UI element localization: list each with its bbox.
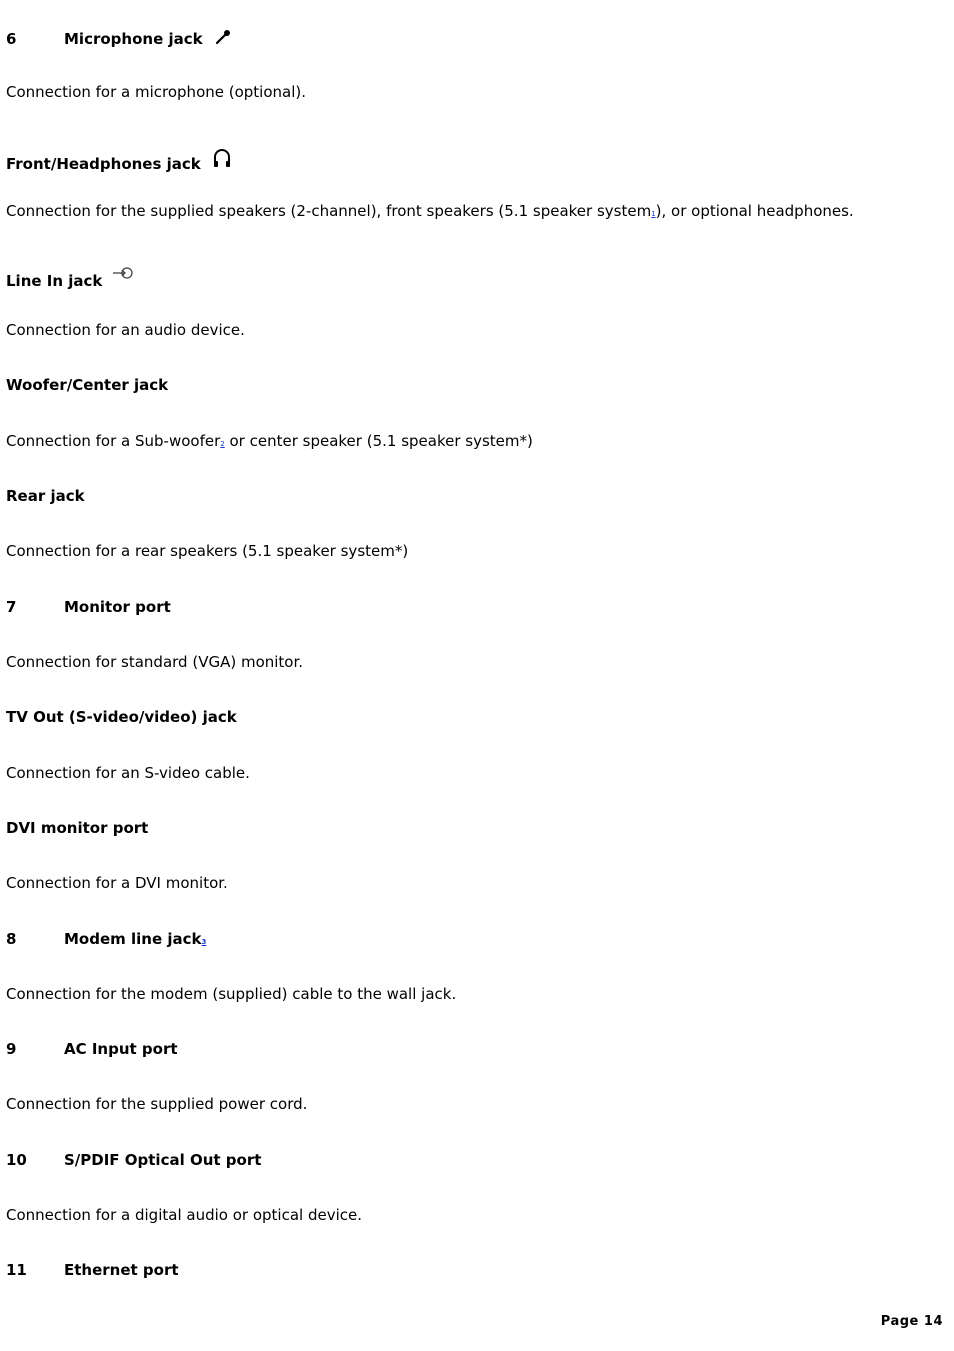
heading-spdif-port: 10 S/PDIF Optical Out port [6, 1151, 261, 1169]
desc-text: Connection for a Sub-woofer [6, 432, 221, 450]
desc-monitor-port: Connection for standard (VGA) monitor. [6, 653, 304, 671]
item-number: 8 [6, 930, 17, 948]
heading-ethernet-port: 11 Ethernet port [6, 1261, 179, 1279]
heading-monitor-port: 7 Monitor port [6, 598, 171, 616]
heading-rear-jack: Rear jack [6, 487, 85, 505]
item-title: Monitor port [64, 598, 171, 616]
item-number: 7 [6, 598, 17, 616]
item-title: S/PDIF Optical Out port [64, 1151, 262, 1169]
desc-headphones-jack: Connection for the supplied speakers (2-… [6, 202, 854, 223]
item-title: Microphone jack [64, 30, 203, 48]
item-title: Line In jack [6, 272, 103, 290]
desc-line-in-jack: Connection for an audio device. [6, 321, 245, 339]
item-title: Modem line jack [64, 930, 202, 948]
desc-dvi-port: Connection for a DVI monitor. [6, 874, 228, 892]
item-number: 11 [6, 1261, 27, 1279]
desc-text: Connection for the supplied speakers (2-… [6, 202, 652, 220]
desc-tv-out-jack: Connection for an S-video cable. [6, 764, 250, 782]
line-in-icon [112, 266, 136, 286]
item-title: Ethernet port [64, 1261, 179, 1279]
item-title: Front/Headphones jack [6, 155, 201, 173]
heading-modem-line-jack: 8 Modem line jack3 [6, 930, 206, 951]
microphone-icon [214, 28, 232, 50]
heading-headphones-jack: Front/Headphones jack [6, 147, 232, 173]
heading-line-in-jack: Line In jack [6, 266, 136, 290]
headphones-icon [212, 147, 232, 173]
desc-text: ), or optional headphones. [655, 202, 854, 220]
item-number: 9 [6, 1040, 17, 1058]
desc-spdif-port: Connection for a digital audio or optica… [6, 1206, 362, 1224]
heading-ac-input-port: 9 AC Input port [6, 1040, 178, 1058]
heading-dvi-port: DVI monitor port [6, 819, 149, 837]
desc-woofer-center-jack: Connection for a Sub-woofer2 or center s… [6, 432, 533, 453]
desc-text: or center speaker (5.1 speaker system*) [224, 432, 533, 450]
heading-tv-out-jack: TV Out (S-video/video) jack [6, 708, 237, 726]
desc-rear-jack: Connection for a rear speakers (5.1 spea… [6, 542, 409, 560]
heading-microphone-jack: 6 Microphone jack [6, 28, 232, 50]
item-title: AC Input port [64, 1040, 178, 1058]
desc-microphone-jack: Connection for a microphone (optional). [6, 83, 307, 101]
footnote-link[interactable]: 3 [201, 938, 206, 946]
page-number: Page 14 [880, 1314, 943, 1329]
heading-woofer-center-jack: Woofer/Center jack [6, 376, 169, 394]
item-number: 10 [6, 1151, 27, 1169]
desc-ac-input-port: Connection for the supplied power cord. [6, 1095, 308, 1113]
desc-modem-line-jack: Connection for the modem (supplied) cabl… [6, 985, 457, 1003]
item-number: 6 [6, 30, 17, 48]
